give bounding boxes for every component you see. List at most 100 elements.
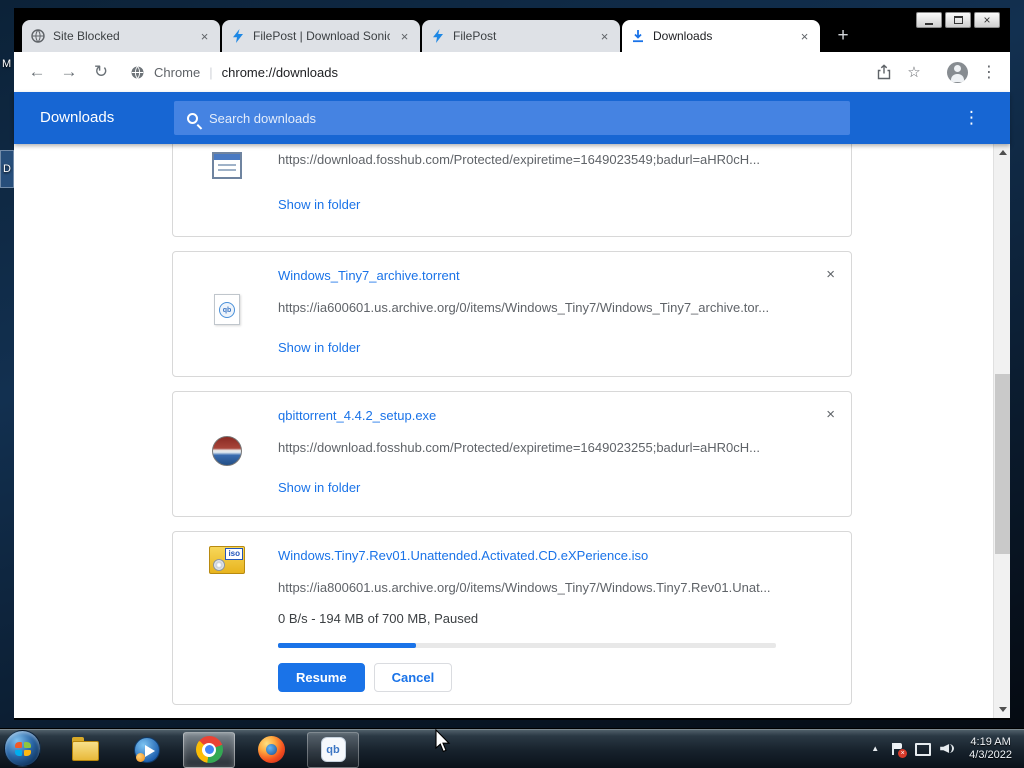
scroll-up-arrow[interactable]: [994, 144, 1010, 161]
taskbar-media-player-button[interactable]: [121, 732, 173, 768]
bolt-icon: [233, 29, 243, 43]
cancel-button[interactable]: Cancel: [373, 663, 453, 692]
download-file-link[interactable]: Windows.Tiny7.Rev01.Unattended.Activated…: [278, 548, 648, 563]
application-file-icon: [199, 152, 255, 179]
resume-button[interactable]: Resume: [278, 663, 365, 692]
scroll-down-arrow[interactable]: [994, 701, 1010, 718]
folder-icon: [71, 737, 99, 761]
profile-avatar[interactable]: [947, 61, 968, 83]
chrome-icon: [195, 736, 223, 763]
close-window-button[interactable]: ×: [974, 12, 1000, 28]
window-controls: ×: [916, 12, 1000, 28]
taskbar-explorer-button[interactable]: [59, 732, 111, 768]
progress-fill: [278, 643, 416, 648]
start-button[interactable]: [4, 730, 41, 767]
download-file-link[interactable]: Windows_Tiny7_archive.torrent: [278, 268, 460, 283]
download-url: https://download.fosshub.com/Protected/e…: [278, 440, 761, 455]
maximize-button[interactable]: [945, 12, 971, 28]
firefox-icon: [257, 736, 285, 763]
remove-download-icon[interactable]: ×: [826, 406, 835, 423]
address-bar[interactable]: Chrome | chrome://downloads ☆: [118, 57, 939, 87]
tab-title: Downloads: [653, 29, 713, 43]
browser-window: × Site Blocked × FilePost | Download Son…: [14, 8, 1010, 720]
minimize-button[interactable]: [916, 12, 942, 28]
clock-time: 4:19 AM: [970, 735, 1011, 748]
maximize-icon: [953, 16, 963, 24]
system-tray: ▲ × 4:19 AM 4/3/2022: [871, 729, 1024, 768]
download-item: qb Windows_Tiny7_archive.torrent https:/…: [172, 251, 852, 377]
scrollbar[interactable]: [993, 144, 1010, 718]
tab-site-blocked[interactable]: Site Blocked ×: [22, 20, 220, 52]
download-url: https://download.fosshub.com/Protected/e…: [278, 152, 761, 167]
navigation-toolbar: ← → ↻ Chrome | chrome://downloads ☆ ⋮: [14, 52, 1010, 92]
tab-title: FilePost | Download Sonic: [253, 29, 390, 43]
download-actions: Resume Cancel: [278, 663, 453, 692]
error-badge-icon: ×: [898, 748, 908, 758]
download-file-link[interactable]: qbittorrent_4.4.2_setup.exe: [278, 408, 436, 423]
search-box[interactable]: [174, 101, 850, 135]
url-scheme-label: Chrome: [154, 64, 201, 80]
tab-title: Site Blocked: [53, 29, 120, 43]
show-in-folder-link[interactable]: Show in folder: [278, 340, 360, 355]
download-url: https://ia600601.us.archive.org/0/items/…: [278, 300, 770, 315]
media-player-icon: [134, 736, 160, 763]
desktop-icon-partial[interactable]: D: [0, 150, 14, 188]
taskbar-qbittorrent-button[interactable]: qb: [307, 731, 359, 768]
windows-logo-icon: [14, 741, 31, 756]
network-icon[interactable]: [915, 742, 932, 756]
share-icon[interactable]: [876, 64, 892, 80]
url-text: chrome://downloads: [221, 64, 338, 80]
tray-expand-icon[interactable]: ▲: [871, 744, 879, 753]
tab-filepost[interactable]: FilePost ×: [422, 20, 620, 52]
show-in-folder-link[interactable]: Show in folder: [278, 480, 360, 495]
download-url: https://ia800601.us.archive.org/0/items/…: [278, 580, 771, 595]
tab-title: FilePost: [453, 29, 497, 43]
iso-file-icon: iso: [199, 546, 255, 574]
close-icon: ×: [983, 13, 991, 27]
search-input[interactable]: [209, 110, 837, 126]
tab-downloads[interactable]: Downloads ×: [622, 20, 820, 52]
site-info-icon[interactable]: [130, 65, 145, 80]
download-item: https://download.fosshub.com/Protected/e…: [172, 144, 852, 237]
tab-close-icon[interactable]: ×: [397, 29, 412, 44]
tab-close-icon[interactable]: ×: [197, 29, 212, 44]
installer-file-icon: [199, 436, 255, 466]
taskbar-firefox-button[interactable]: [245, 732, 297, 768]
torrent-file-icon: qb: [199, 294, 255, 325]
download-item: qbittorrent_4.4.2_setup.exe https://down…: [172, 391, 852, 517]
minimize-icon: [925, 22, 933, 25]
downloads-header: Downloads ⋮: [14, 92, 1010, 144]
downloads-menu-icon[interactable]: ⋮: [963, 92, 980, 144]
search-icon: [187, 112, 198, 124]
remove-download-icon[interactable]: ×: [826, 266, 835, 283]
new-tab-button[interactable]: +: [830, 23, 856, 49]
bookmark-star-icon[interactable]: ☆: [901, 63, 927, 81]
scrollbar-thumb[interactable]: [995, 374, 1010, 554]
page-title: Downloads: [40, 109, 115, 126]
taskbar-clock[interactable]: 4:19 AM 4/3/2022: [965, 736, 1016, 762]
taskbar-apps: qb: [59, 729, 359, 768]
globe-icon: [31, 29, 45, 43]
taskbar: qb ▲ × 4:19 AM 4/3/2022: [0, 728, 1024, 768]
action-center-flag-icon[interactable]: ×: [890, 742, 908, 758]
tab-close-icon[interactable]: ×: [597, 29, 612, 44]
desktop: M D × Site Blocked × FilePost | Download…: [0, 0, 1024, 768]
volume-icon[interactable]: [940, 742, 955, 755]
desktop-icon-partial[interactable]: M: [2, 58, 11, 70]
qbittorrent-icon: qb: [320, 737, 346, 762]
tab-close-icon[interactable]: ×: [797, 29, 812, 44]
tab-filepost-download[interactable]: FilePost | Download Sonic ×: [222, 20, 420, 52]
download-item-in-progress: iso Windows.Tiny7.Rev01.Unattended.Activ…: [172, 531, 852, 705]
taskbar-chrome-button[interactable]: [183, 731, 235, 768]
reload-button[interactable]: ↻: [86, 57, 116, 87]
forward-button[interactable]: →: [54, 57, 84, 87]
downloads-list: https://download.fosshub.com/Protected/e…: [14, 144, 1010, 718]
download-icon: [633, 30, 643, 43]
progress-bar: [278, 643, 776, 648]
clock-date: 4/3/2022: [969, 748, 1012, 761]
browser-menu-icon[interactable]: ⋮: [976, 62, 1002, 82]
show-in-folder-link[interactable]: Show in folder: [278, 197, 360, 212]
back-button[interactable]: ←: [22, 57, 52, 87]
tab-strip: Site Blocked × FilePost | Download Sonic…: [22, 20, 856, 52]
url-separator: |: [209, 64, 213, 80]
